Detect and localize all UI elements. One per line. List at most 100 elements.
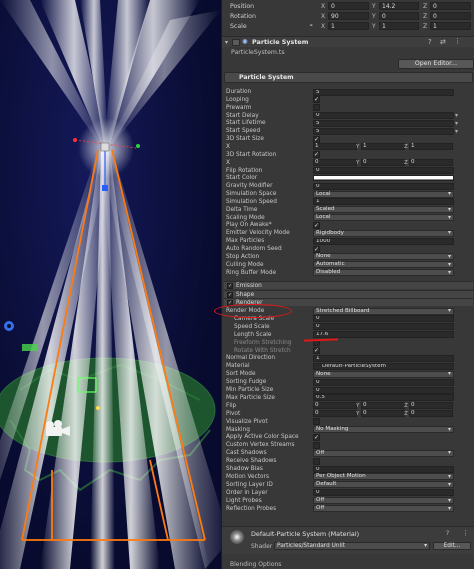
property-row: Cast Shadows Off [222, 449, 474, 457]
checkbox[interactable]: ✓ [313, 347, 320, 354]
dropdown[interactable]: Off [313, 497, 454, 505]
module-emission[interactable]: ✓ Emission [224, 281, 473, 289]
help-icon[interactable]: ? [428, 38, 432, 46]
main-module-header[interactable]: Particle System [224, 72, 473, 83]
y-value-field[interactable]: 0 [361, 402, 405, 410]
shader-dropdown[interactable]: Particles/Standard Unlit [274, 542, 430, 550]
module-enable-checkbox[interactable]: ✓ [227, 300, 233, 306]
checkbox[interactable]: ✓ [313, 135, 320, 143]
x-value-field[interactable]: 0 [313, 402, 357, 410]
dropdown[interactable]: No Masking [313, 426, 454, 433]
scale-y-field[interactable]: 1 [379, 22, 419, 30]
module-renderer[interactable]: ✓ Renderer [224, 298, 473, 306]
scale-x-field[interactable]: 1 [328, 22, 369, 30]
main-module-title: Particle System [239, 74, 294, 81]
module-enable-checkbox[interactable]: ✓ [227, 291, 233, 298]
context-menu-icon[interactable]: ⋮ [454, 37, 461, 45]
dropdown[interactable]: Stretched Billboard [313, 307, 454, 315]
module-enable-checkbox[interactable]: ✓ [227, 283, 233, 289]
dropdown[interactable]: Disabled [313, 269, 454, 277]
z-value-field[interactable]: 1 [409, 143, 453, 151]
value-field[interactable]: 0 [313, 315, 454, 323]
dropdown[interactable]: Scaled [313, 206, 454, 214]
value-field[interactable]: 0 [313, 489, 454, 497]
value-field[interactable]: 5 [313, 119, 454, 127]
shader-edit-button[interactable]: Edit... [433, 542, 471, 550]
scale-z-field[interactable]: 1 [430, 22, 471, 30]
x-value-field[interactable]: 0 [313, 159, 357, 167]
checkbox[interactable]: ✓ [313, 151, 320, 159]
open-editor-button[interactable]: Open Editor... [398, 59, 474, 69]
value-field[interactable]: 5 [313, 88, 454, 96]
curve-mode-icon[interactable]: ▾ [455, 112, 463, 119]
position-z-field[interactable]: 0 [430, 2, 471, 10]
rotation-x-field[interactable]: 90 [328, 12, 369, 20]
value-field[interactable]: 17.6 [313, 331, 454, 339]
checkbox[interactable]: ✓ [313, 96, 320, 104]
position-y-field[interactable]: 14.2 [379, 2, 419, 10]
curve-mode-icon[interactable]: ▾ [455, 120, 463, 127]
property-row: Play On Awake* ✓ [222, 221, 474, 229]
value-field[interactable]: 0 [313, 323, 454, 331]
value-field[interactable]: 0 [313, 465, 454, 473]
value-field[interactable]: 1 [313, 198, 454, 206]
checkbox[interactable] [313, 418, 320, 426]
value-field[interactable]: 0 [313, 386, 454, 394]
dropdown[interactable]: Off [313, 449, 454, 457]
checkbox[interactable] [313, 339, 320, 347]
dropdown[interactable]: None [313, 370, 454, 378]
property-row: Max Particle Size 0.5 [222, 394, 474, 402]
dropdown[interactable]: Per Object Motion [313, 473, 454, 481]
property-row: Camera Scale 0 [222, 315, 474, 323]
dropdown[interactable]: Local [313, 190, 454, 198]
checkbox[interactable] [313, 104, 320, 112]
y-value-field[interactable]: 0 [361, 159, 405, 167]
y-value-field[interactable]: 1 [361, 143, 405, 151]
blending-options-foldout[interactable]: Blending Options [230, 561, 281, 568]
z-value-field[interactable]: 0 [409, 410, 453, 418]
checkbox[interactable]: ✓ [313, 221, 320, 229]
value-field[interactable]: 0 [313, 182, 454, 190]
component-enable-checkbox[interactable] [232, 39, 240, 46]
z-value-field[interactable]: 0 [409, 159, 453, 167]
value-field[interactable]: 0 [313, 378, 454, 386]
color-swatch[interactable] [313, 175, 454, 182]
rotation-y-field[interactable]: 0 [379, 12, 419, 20]
dropdown[interactable]: None [313, 253, 454, 261]
link-icon[interactable]: ⚭ [309, 23, 313, 29]
value-field[interactable]: 0 [313, 167, 454, 174]
value-field[interactable]: 5 [313, 127, 454, 135]
foldout-arrow-icon[interactable]: ▾ [225, 39, 228, 46]
dropdown[interactable]: Local [313, 214, 454, 222]
y-value-field[interactable]: 0 [361, 410, 405, 418]
module-shape[interactable]: ✓ Shape [224, 289, 473, 298]
preset-icon[interactable]: ⇄ [440, 38, 446, 46]
dropdown[interactable]: Rigidbody [313, 229, 454, 237]
scene-view[interactable] [0, 0, 221, 569]
script-link[interactable]: ParticleSystem.ts [231, 49, 285, 56]
object-field[interactable]: Default-ParticleSystem [313, 362, 454, 370]
value-field[interactable]: 0 [313, 112, 454, 120]
value-field[interactable]: 1 [313, 354, 454, 362]
particle-system-component-header[interactable]: ▾ ✺ Particle System ? ⇄ ⋮ [222, 36, 474, 47]
checkbox[interactable] [313, 457, 320, 465]
property-label: Prewarm [226, 104, 252, 111]
context-menu-icon[interactable]: ⋮ [462, 529, 469, 537]
x-value-field[interactable]: 1 [313, 143, 357, 151]
dropdown[interactable]: Default [313, 481, 454, 489]
position-x-field[interactable]: 0 [328, 2, 369, 10]
curve-mode-icon[interactable]: ▾ [455, 128, 463, 135]
property-row: Ring Buffer Mode Disabled [222, 269, 474, 277]
dropdown[interactable]: Automatic [313, 261, 454, 269]
dropdown[interactable]: Off [313, 505, 454, 512]
z-value-field[interactable]: 0 [409, 402, 453, 410]
scene-canvas[interactable] [0, 0, 221, 569]
x-value-field[interactable]: 0 [313, 410, 357, 418]
value-field[interactable]: 1000 [313, 237, 454, 245]
checkbox[interactable] [313, 441, 320, 449]
checkbox[interactable]: ✓ [313, 245, 320, 253]
checkbox[interactable]: ✓ [313, 433, 320, 441]
help-icon[interactable]: ? [446, 530, 449, 537]
rotation-z-field[interactable]: 0 [430, 12, 471, 20]
value-field[interactable]: 0.5 [313, 394, 454, 402]
